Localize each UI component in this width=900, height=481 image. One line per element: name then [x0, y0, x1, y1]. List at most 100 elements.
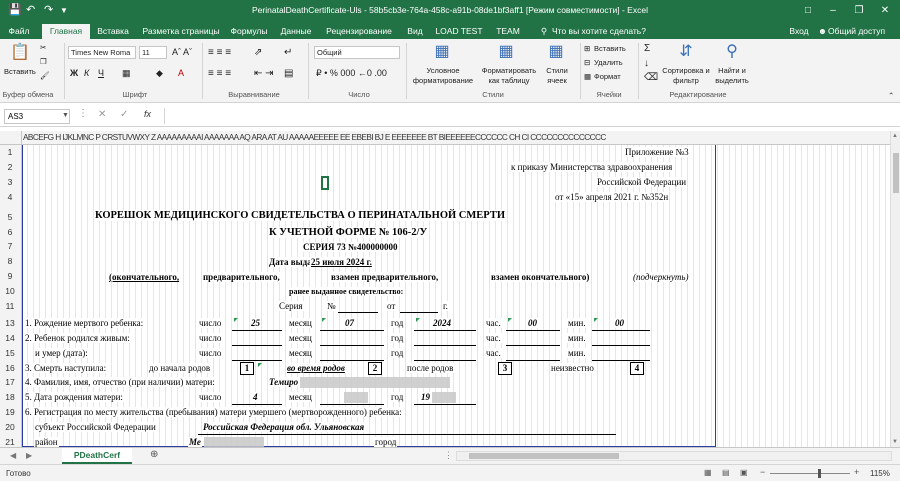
merge-cells-icon[interactable]: ▤: [284, 68, 293, 79]
cell-styles-icon[interactable]: ▦: [546, 41, 566, 61]
zoom-out-icon[interactable]: −: [760, 467, 765, 477]
tab-team[interactable]: TEAM: [490, 24, 526, 39]
column-letters[interactable]: ABCEFG H IJKLMNC P CRSTUVWXY Z AAAAAAAAA…: [23, 132, 715, 142]
sheet-tab-pdeathcerf[interactable]: PDeathCerf: [62, 448, 132, 464]
number-format-box[interactable]: Общий: [314, 46, 400, 59]
formula-input[interactable]: [164, 108, 888, 124]
row-header[interactable]: 7: [0, 241, 20, 251]
indent-icon[interactable]: ⇤ ⇥: [254, 68, 274, 79]
worksheet-grid[interactable]: Приложение №3 к приказу Министерства здр…: [22, 145, 890, 447]
tab-review[interactable]: Рецензирование: [322, 24, 396, 39]
scroll-up-icon[interactable]: ▲: [892, 133, 898, 139]
conditional-format-icon[interactable]: ▦: [432, 41, 452, 61]
bold-icon[interactable]: Ж: [70, 68, 78, 78]
tab-load-test[interactable]: LOAD TEST: [434, 24, 484, 39]
row-header[interactable]: 5: [0, 212, 20, 222]
row-header[interactable]: 15: [0, 348, 20, 358]
unknown-box[interactable]: 4: [630, 362, 644, 375]
normal-view-icon[interactable]: ▦: [704, 468, 712, 477]
district-value[interactable]: Ме: [188, 437, 202, 447]
ribbon-options-icon[interactable]: □: [795, 2, 821, 19]
row-header[interactable]: 6: [0, 227, 20, 237]
row-header[interactable]: 21: [0, 437, 20, 447]
row-header[interactable]: 3: [0, 177, 20, 187]
sort-filter-button[interactable]: Сортировка и фильтр: [662, 66, 710, 86]
insert-cells-button[interactable]: Вставить: [594, 44, 626, 53]
fill-color-icon[interactable]: ◆: [156, 68, 163, 79]
name-box-dropdown-icon[interactable]: ▼: [62, 112, 69, 119]
paste-button[interactable]: Вставить: [4, 67, 36, 76]
row-header[interactable]: 2: [0, 162, 20, 172]
during-labor-box[interactable]: 2: [368, 362, 382, 375]
tell-me-box[interactable]: Что вы хотите сделать?: [552, 24, 672, 39]
row-header[interactable]: 8: [0, 256, 20, 266]
cancel-entry-icon[interactable]: ✕: [98, 109, 106, 120]
tab-view[interactable]: Вид: [402, 24, 428, 39]
underline-icon[interactable]: Ч: [98, 68, 104, 78]
format-cells-icon[interactable]: ▦: [584, 72, 591, 81]
row-header[interactable]: 18: [0, 392, 20, 402]
prev-sheet-icon[interactable]: ◀: [10, 451, 16, 460]
currency-icon[interactable]: ₽ • % 000 ←0 .00: [316, 68, 387, 79]
grow-font-icon[interactable]: Aˆ Aˇ: [172, 47, 192, 57]
format-table-button[interactable]: Форматировать как таблицу: [478, 66, 540, 86]
row-header[interactable]: 11: [0, 301, 20, 311]
row-header[interactable]: 4: [0, 192, 20, 202]
zoom-slider-track[interactable]: [770, 473, 850, 474]
orientation-icon[interactable]: ⇗: [254, 47, 262, 58]
tab-data[interactable]: Данные: [276, 24, 316, 39]
cell-styles-button[interactable]: Стили ячеек: [540, 66, 574, 86]
fill-icon[interactable]: ↓: [644, 58, 649, 69]
conditional-format-button[interactable]: Условное форматирование: [410, 66, 476, 86]
row-header[interactable]: 20: [0, 422, 20, 432]
format-cells-button[interactable]: Формат: [594, 72, 621, 81]
tab-split-icon[interactable]: ⋮: [444, 450, 453, 461]
align-left-icon[interactable]: ≡ ≡ ≡: [208, 68, 231, 79]
page-layout-icon[interactable]: ▤: [722, 468, 730, 477]
enter-entry-icon[interactable]: ✓: [120, 109, 128, 120]
find-select-icon[interactable]: ⚲: [722, 41, 742, 61]
before-labor-box[interactable]: 1: [240, 362, 254, 375]
stillbirth-minute[interactable]: 00: [614, 318, 625, 328]
name-box[interactable]: AS3: [4, 109, 70, 124]
stillbirth-year[interactable]: 2024: [432, 318, 452, 328]
row-header[interactable]: 1: [0, 147, 20, 157]
delete-cells-button[interactable]: Удалить: [594, 58, 623, 67]
zoom-level[interactable]: 115%: [870, 469, 890, 478]
italic-icon[interactable]: К: [84, 68, 89, 78]
page-break-icon[interactable]: ▣: [740, 468, 748, 477]
close-icon[interactable]: ✕: [872, 2, 898, 19]
zoom-in-icon[interactable]: +: [854, 467, 859, 477]
vertical-scrollbar[interactable]: ▲ ▼: [890, 131, 900, 447]
autosum-icon[interactable]: Σ: [644, 43, 650, 54]
insert-function-icon[interactable]: fx: [144, 109, 151, 119]
stillbirth-month[interactable]: 07: [344, 318, 355, 328]
row-header[interactable]: 10: [0, 286, 20, 296]
row-header[interactable]: 19: [0, 407, 20, 417]
cut-icon[interactable]: ✂: [40, 43, 46, 52]
sign-in-link[interactable]: Вход: [786, 24, 812, 39]
tab-formulas[interactable]: Формулы: [228, 24, 270, 39]
tab-page-layout[interactable]: Разметка страницы: [140, 24, 222, 39]
row-header[interactable]: 9: [0, 271, 20, 281]
stillbirth-day[interactable]: 25: [250, 318, 261, 328]
share-button[interactable]: Общий доступ: [828, 24, 896, 39]
select-all-button[interactable]: [0, 131, 22, 144]
borders-icon[interactable]: ▦: [122, 68, 131, 79]
mother-birth-year[interactable]: 19: [420, 392, 431, 402]
subject-value[interactable]: Российская Федерация обл. Ульяновская: [202, 422, 366, 432]
minimize-icon[interactable]: –: [820, 2, 846, 19]
tab-home[interactable]: Главная: [42, 24, 90, 39]
stillbirth-hour[interactable]: 00: [527, 318, 538, 328]
clear-icon[interactable]: ⌫: [644, 72, 658, 83]
paste-icon[interactable]: 📋: [10, 42, 30, 62]
tab-file[interactable]: Файл: [4, 24, 34, 39]
scroll-down-icon[interactable]: ▼: [892, 439, 898, 445]
mother-name-value[interactable]: Темиро: [268, 377, 300, 387]
next-sheet-icon[interactable]: ▶: [26, 451, 32, 460]
mother-birth-day[interactable]: 4: [252, 392, 259, 402]
tab-insert[interactable]: Вставка: [92, 24, 134, 39]
active-cell-cursor[interactable]: [321, 176, 329, 190]
after-labor-box[interactable]: 3: [498, 362, 512, 375]
insert-cells-icon[interactable]: ⊞: [584, 44, 590, 53]
